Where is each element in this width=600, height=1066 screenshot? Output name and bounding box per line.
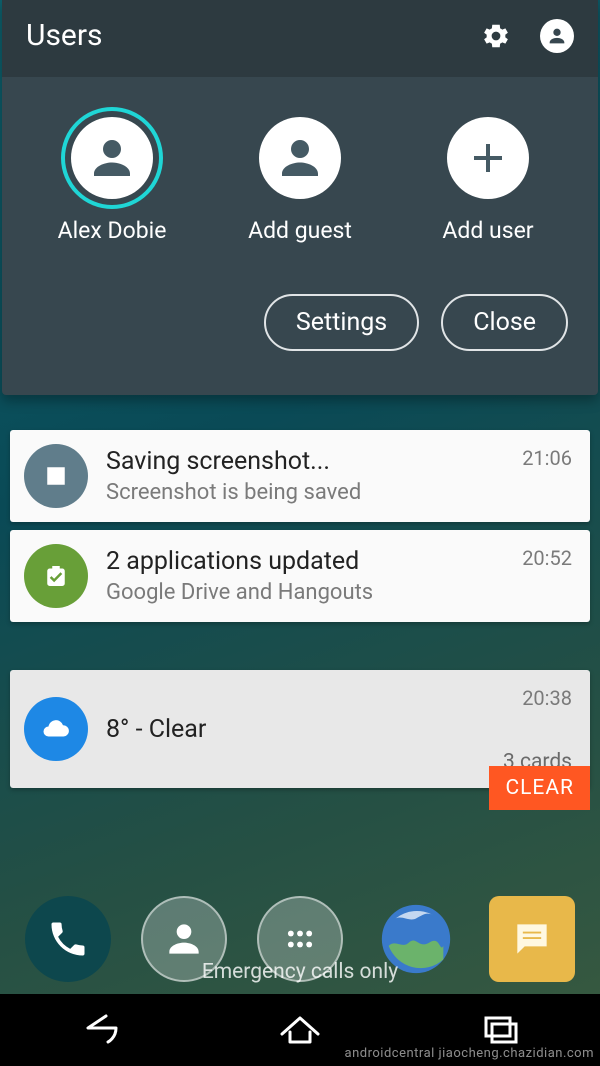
user-label: Alex Dobie (58, 217, 167, 244)
notification-subtitle: Screenshot is being saved (106, 480, 522, 505)
gear-icon[interactable] (480, 20, 512, 52)
notification-title: 8° - Clear (106, 715, 503, 744)
user-item-add[interactable]: Add user (403, 117, 573, 244)
person-icon (71, 117, 153, 199)
browser-app-icon[interactable] (373, 896, 459, 982)
users-panel-header: Users (2, 0, 598, 77)
notification-item[interactable]: 2 applications updated Google Drive and … (10, 530, 590, 622)
users-panel: Users Alex Dobie Add guest (2, 0, 598, 395)
home-button[interactable] (276, 1008, 324, 1052)
contacts-app-icon[interactable] (141, 896, 227, 982)
notification-time: 20:52 (522, 546, 572, 570)
cloud-icon (24, 697, 88, 761)
messages-app-icon[interactable] (489, 896, 575, 982)
notification-title: 2 applications updated (106, 547, 522, 576)
notification-subtitle: Google Drive and Hangouts (106, 580, 522, 605)
user-item-current[interactable]: Alex Dobie (27, 117, 197, 244)
user-label: Add user (442, 217, 533, 244)
phone-app-icon[interactable] (25, 896, 111, 982)
image-icon (24, 444, 88, 508)
notification-time: 20:38 (522, 686, 572, 710)
notification-time: 21:06 (522, 446, 572, 470)
dock (0, 884, 600, 994)
watermark-text: androidcentral jiaocheng.chazidian.com (345, 1046, 594, 1062)
clear-notifications-button[interactable]: CLEAR (489, 766, 590, 810)
notification-item[interactable]: Saving screenshot... Screenshot is being… (10, 430, 590, 522)
close-button[interactable]: Close (441, 294, 568, 351)
plus-icon (447, 117, 529, 199)
users-panel-title: Users (26, 18, 452, 53)
settings-button[interactable]: Settings (264, 294, 419, 351)
back-button[interactable] (76, 1008, 124, 1052)
user-list: Alex Dobie Add guest Add user (2, 77, 598, 264)
current-user-avatar-icon[interactable] (540, 19, 574, 53)
notification-title: Saving screenshot... (106, 447, 522, 476)
update-icon (24, 544, 88, 608)
user-label: Add guest (248, 217, 352, 244)
users-panel-actions: Settings Close (2, 264, 598, 367)
recent-apps-button[interactable] (476, 1008, 524, 1052)
person-icon (259, 117, 341, 199)
notification-stack: Saving screenshot... Screenshot is being… (10, 430, 590, 796)
user-item-guest[interactable]: Add guest (215, 117, 385, 244)
app-drawer-icon[interactable] (257, 896, 343, 982)
